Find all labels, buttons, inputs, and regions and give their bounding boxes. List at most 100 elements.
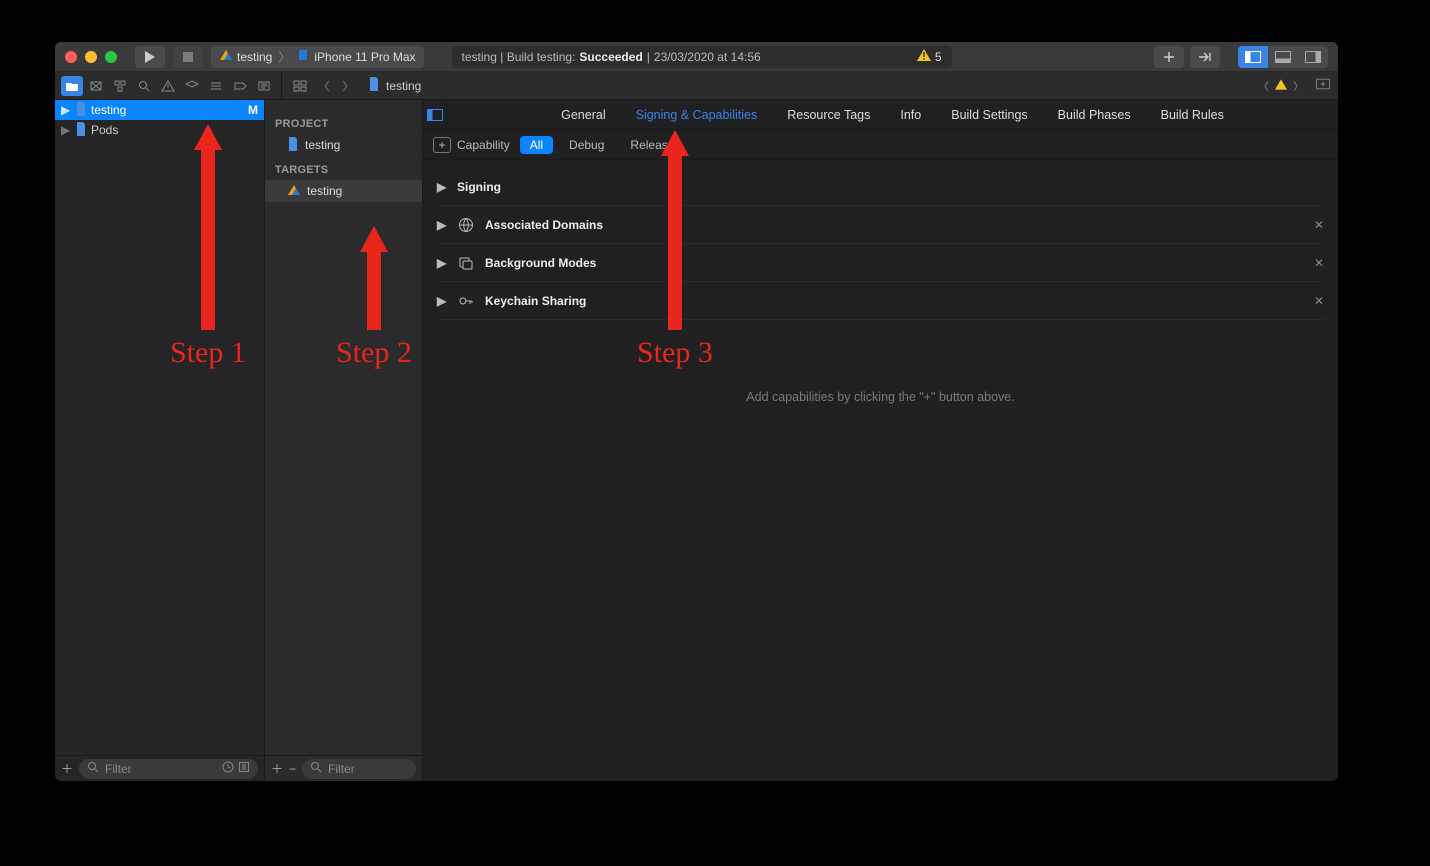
source-control-navigator-icon[interactable] [85,76,107,96]
remove-target-button[interactable]: − [289,762,296,776]
jump-bar-path-item[interactable]: testing [368,77,421,94]
activity-viewer[interactable]: testing | Build testing: Succeeded | 23/… [452,46,952,68]
titlebar: testing 〉 iPhone 11 Pro Max testing | Bu… [55,42,1338,72]
navigator-selector [55,72,282,99]
project-navigator: ▶ testing M ▶ Pods ＋ [55,100,265,781]
report-navigator-icon[interactable] [253,76,275,96]
capability-label: Associated Domains [485,218,603,232]
scheme-selector[interactable]: testing 〉 iPhone 11 Pro Max [211,46,424,68]
tab-resource-tags[interactable]: Resource Tags [787,108,870,122]
tab-general[interactable]: General [561,108,605,122]
disclosure-triangle-icon[interactable]: ▶ [437,256,447,270]
toggle-inspector-button[interactable] [1298,46,1328,68]
code-review-button[interactable] [1190,46,1220,68]
symbol-navigator-icon[interactable] [109,76,131,96]
capability-row-signing[interactable]: ▶ Signing [437,168,1324,206]
window-traffic-lights [65,51,117,63]
disclosure-triangle-icon[interactable]: ▶ [437,294,447,308]
jump-bar-next-issue[interactable]: 〉 [1293,78,1304,94]
add-target-button[interactable]: ＋ [271,760,283,777]
key-icon [457,293,475,309]
forward-button[interactable]: 〉 [338,76,358,96]
filter-placeholder: Filter [328,762,355,776]
issue-navigator-icon[interactable] [157,76,179,96]
add-editor-icon[interactable] [1316,78,1330,93]
filter-icon [87,761,99,776]
close-window-button[interactable] [65,51,77,63]
project-file-icon [368,77,380,94]
add-files-button[interactable]: ＋ [61,760,73,777]
disclosure-triangle-icon[interactable]: ▶ [437,218,447,232]
warning-icon [917,49,931,64]
stop-button[interactable] [173,46,203,68]
navigator-filter-input[interactable]: Filter [79,759,258,779]
project-file-icon [75,122,87,139]
warning-count: 5 [935,50,942,64]
target-row-label: testing [307,184,342,198]
project-file-icon [75,102,87,119]
scm-status-badge: M [248,103,258,117]
find-navigator-icon[interactable] [133,76,155,96]
related-items-icon[interactable] [290,76,310,96]
tab-info[interactable]: Info [900,108,921,122]
capabilities-toolbar: + Capability All Debug Release [423,130,1338,160]
remove-capability-button[interactable]: ✕ [1314,256,1324,270]
globe-icon [457,217,475,233]
editor-header-row: General Signing & Capabilities Resource … [423,100,1338,130]
tab-build-phases[interactable]: Build Phases [1058,108,1131,122]
add-capability-button[interactable]: + Capability [433,137,510,153]
capability-row-keychain-sharing[interactable]: ▶ Keychain Sharing ✕ [437,282,1324,320]
jump-bar: 〈 〉 testing 〈 〉 [282,72,1338,99]
warning-indicator[interactable]: 5 [917,49,942,64]
config-debug-button[interactable]: Debug [559,136,614,154]
project-file-icon [287,137,299,154]
test-navigator-icon[interactable] [181,76,203,96]
tab-build-settings[interactable]: Build Settings [951,108,1027,122]
disclosure-triangle-icon[interactable]: ▶ [437,180,447,194]
toggle-navigator-button[interactable] [1238,46,1268,68]
toggle-debug-area-button[interactable] [1268,46,1298,68]
capability-label: Background Modes [485,256,596,270]
background-icon [457,255,475,271]
capabilities-list: ▶ Signing ▶ Associated Domains ✕ ▶ [423,160,1338,320]
activity-prefix: testing | Build testing: [462,50,576,64]
project-row-label: testing [305,138,340,152]
tab-signing-capabilities[interactable]: Signing & Capabilities [636,108,758,122]
main-body: ▶ testing M ▶ Pods ＋ [55,100,1338,781]
debug-navigator-icon[interactable] [205,76,227,96]
minimize-window-button[interactable] [85,51,97,63]
tab-build-rules[interactable]: Build Rules [1161,108,1224,122]
scm-filter-icon[interactable] [238,761,250,776]
breakpoint-navigator-icon[interactable] [229,76,251,96]
library-button[interactable] [1154,46,1184,68]
disclosure-triangle-icon[interactable]: ▶ [61,103,71,117]
remove-capability-button[interactable]: ✕ [1314,294,1324,308]
navigator-tree: ▶ testing M ▶ Pods [55,100,264,755]
targets-pane: PROJECT testing TARGETS testing [265,100,422,755]
filter-placeholder: Filter [105,762,132,776]
app-icon [287,184,301,199]
plus-icon: + [433,137,451,153]
config-release-button[interactable]: Release [620,136,684,154]
zoom-window-button[interactable] [105,51,117,63]
targets-filter-input[interactable]: Filter [302,759,416,779]
run-button[interactable] [135,46,165,68]
capability-row-associated-domains[interactable]: ▶ Associated Domains ✕ [437,206,1324,244]
capability-row-background-modes[interactable]: ▶ Background Modes ✕ [437,244,1324,282]
project-row[interactable]: testing [265,134,422,156]
navigator-item-pods[interactable]: ▶ Pods [55,120,264,140]
recent-filter-icon[interactable] [222,761,234,776]
config-all-button[interactable]: All [520,136,553,154]
remove-capability-button[interactable]: ✕ [1314,218,1324,232]
back-button[interactable]: 〈 [314,76,334,96]
project-navigator-icon[interactable] [61,76,83,96]
navigator-item-testing[interactable]: ▶ testing M [55,100,264,120]
jump-bar-nav: 〈 〉 [290,76,358,96]
toggle-targets-sidebar-button[interactable] [423,100,447,130]
activity-time: 23/03/2020 at 14:56 [654,50,761,64]
disclosure-triangle-icon[interactable]: ▶ [61,123,71,137]
capabilities-hint: Add capabilities by clicking the "+" but… [423,390,1338,404]
targets-section-label: TARGETS [265,160,422,180]
jump-bar-prev-issue[interactable]: 〈 [1258,78,1269,94]
target-row[interactable]: testing [265,180,422,202]
